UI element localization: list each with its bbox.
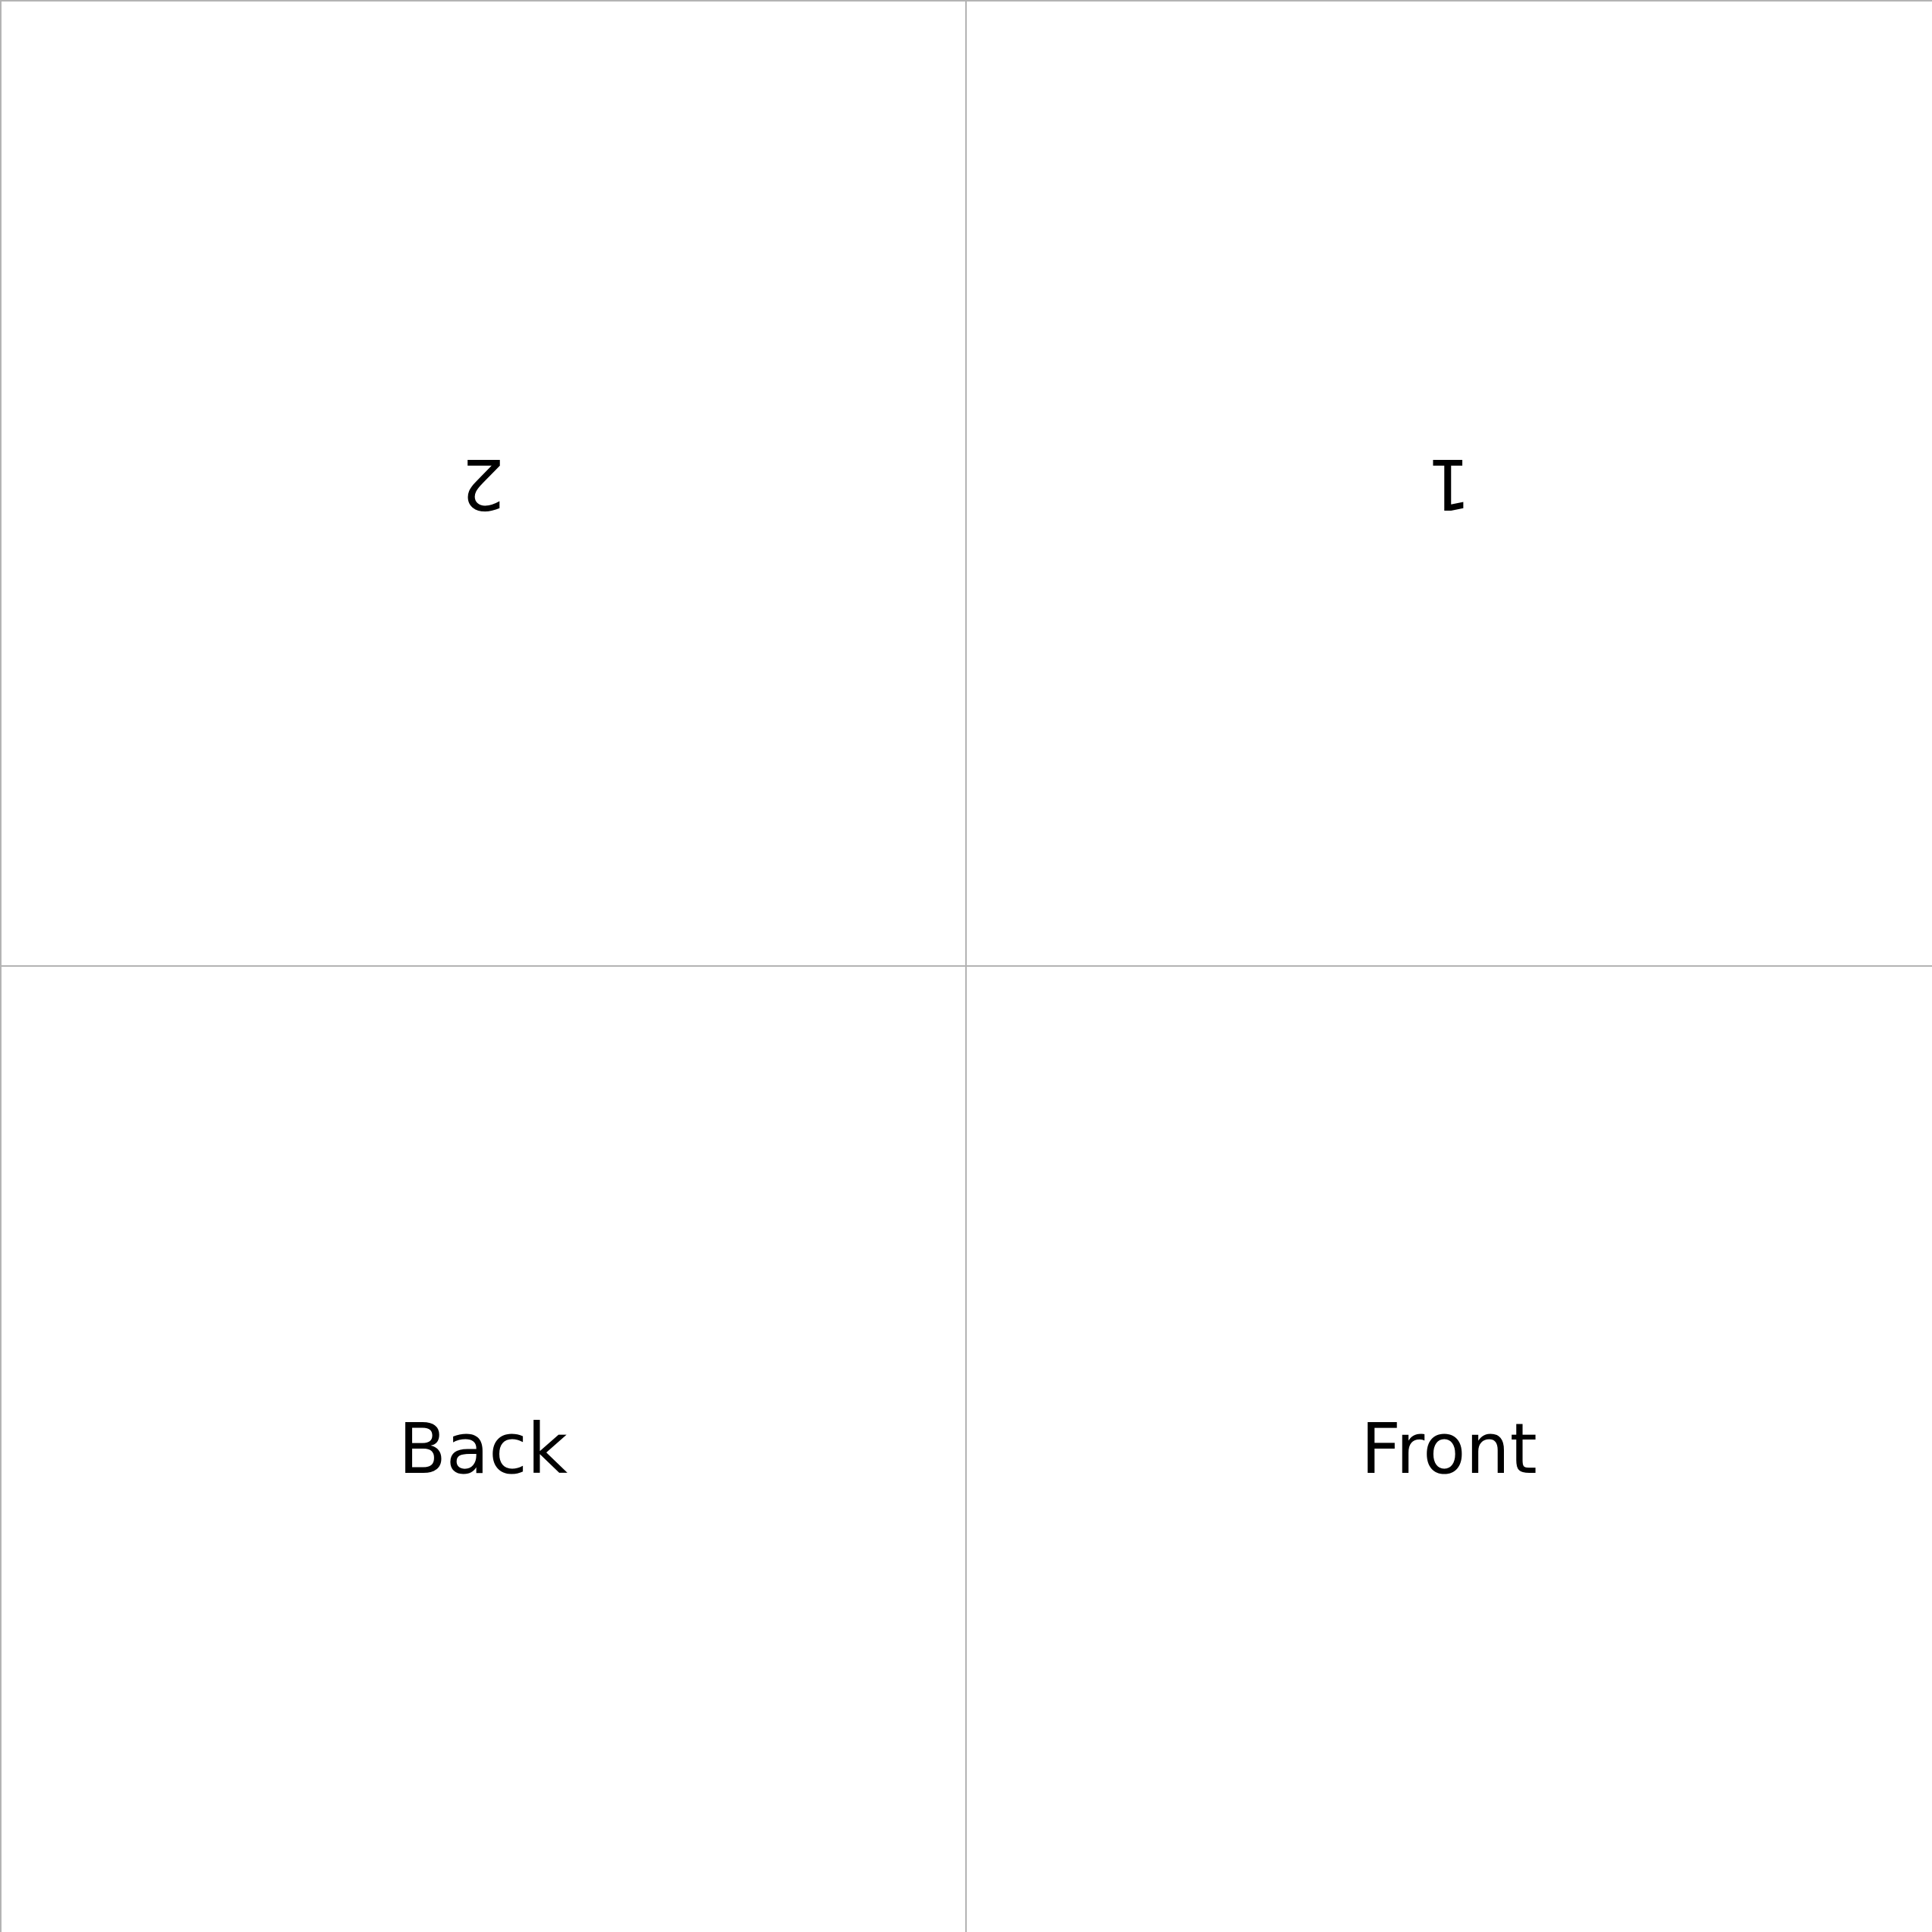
panel-bottom-left: Back [0, 966, 966, 1932]
panel-label-back: Back [398, 1408, 568, 1490]
panel-top-left: 2 [0, 0, 966, 966]
folded-card-sheet: 2 1 Back Front [0, 0, 1932, 1932]
fold-line-horizontal [0, 965, 1932, 967]
panel-label-page-2: 2 [461, 442, 505, 524]
panel-bottom-right: Front [966, 966, 1932, 1932]
panel-label-page-1: 1 [1427, 442, 1471, 524]
panel-label-front: Front [1361, 1408, 1537, 1490]
panel-top-right: 1 [966, 0, 1932, 966]
